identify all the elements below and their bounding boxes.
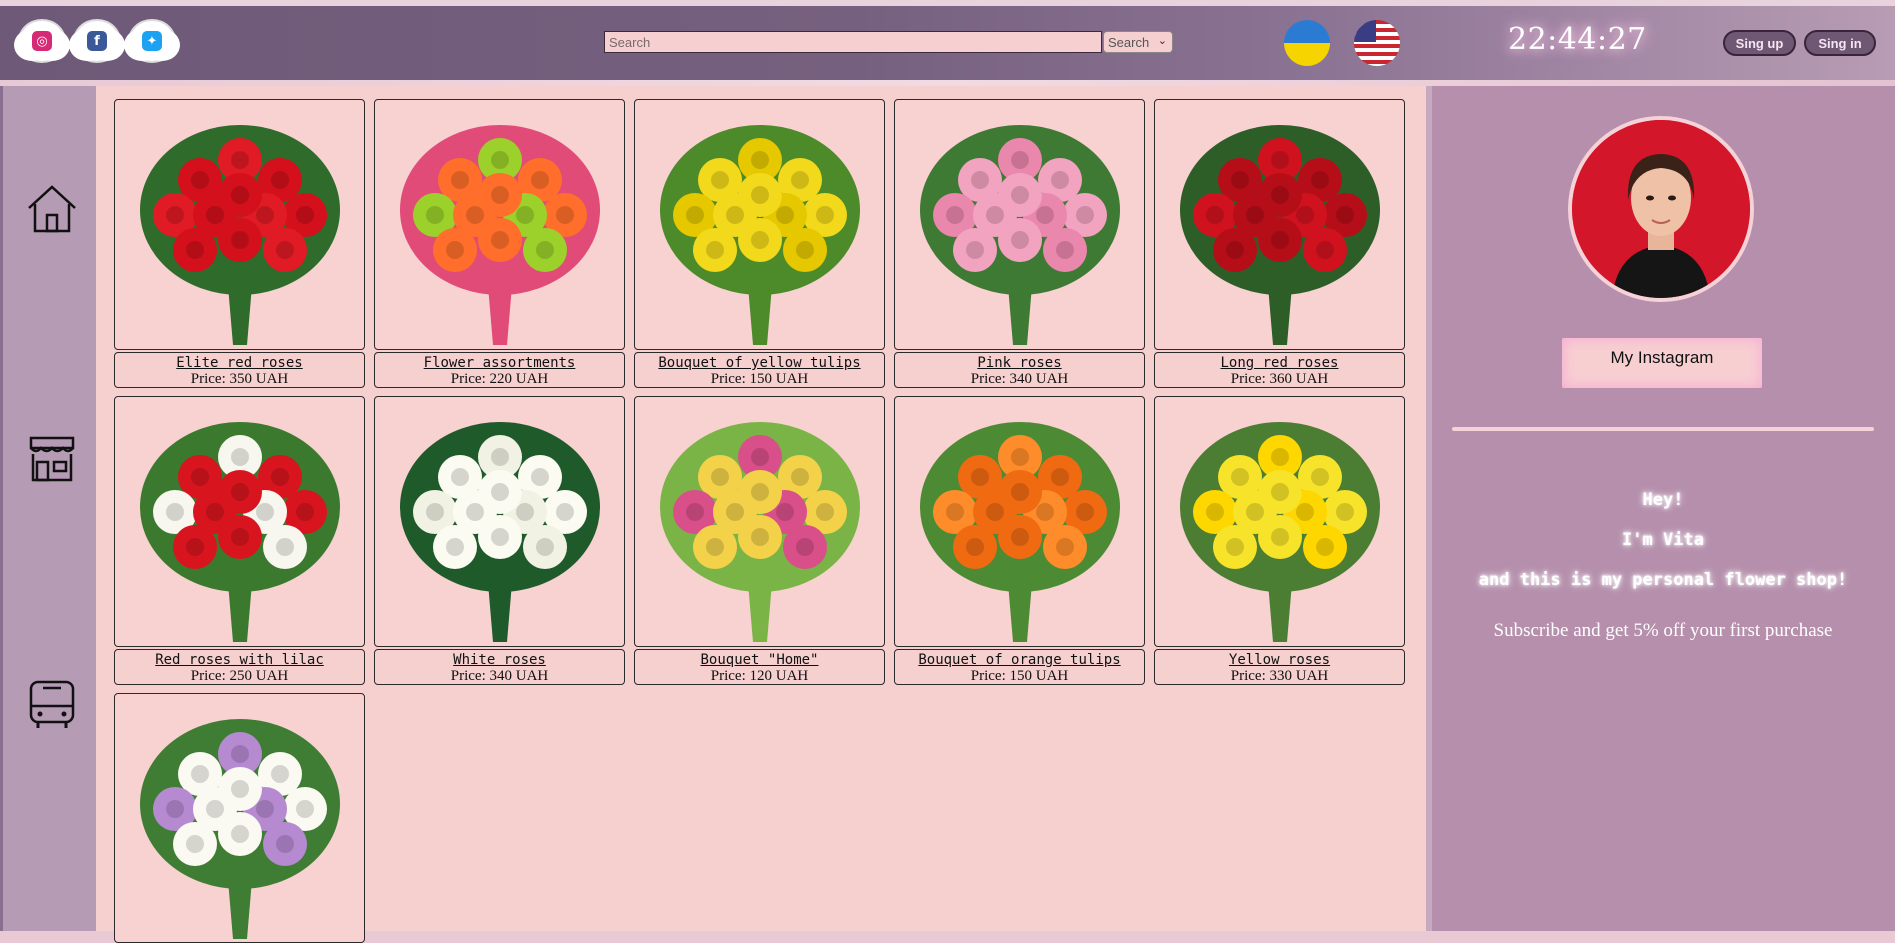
product-price: Price: 220 UAH [450, 371, 549, 387]
search-select-label: Search [1108, 34, 1150, 50]
product-name-link[interactable]: Red roses with lilac [115, 652, 364, 668]
product-name-link[interactable]: Elite red roses [115, 355, 364, 371]
left-nav [0, 86, 96, 931]
product-name-link[interactable]: Bouquet "Home" [635, 652, 884, 668]
product-caption: Bouquet of yellow tulips Price: 150 UAH [634, 352, 885, 388]
greeting-shop: and this is my personal flower shop! [1478, 570, 1848, 590]
product-name-link[interactable]: Flower assortments [375, 355, 624, 371]
product-price: Price: 340 UAH [450, 668, 549, 684]
product-price: Price: 340 UAH [970, 371, 1069, 387]
product-image[interactable] [374, 99, 625, 350]
signin-button[interactable]: Sing in [1804, 30, 1876, 56]
product-image[interactable] [634, 99, 885, 350]
home-icon[interactable] [25, 182, 79, 236]
product-price: Price: 360 UAH [1230, 371, 1329, 387]
clock: 22:44:27 [1508, 22, 1647, 57]
bouquet-illustration [400, 422, 600, 642]
product-image[interactable] [114, 693, 365, 943]
bouquet-illustration [140, 125, 340, 345]
product-image[interactable] [114, 99, 365, 350]
product-price: Price: 150 UAH [970, 668, 1069, 684]
twitter-link[interactable]: ✦ [130, 21, 174, 61]
bouquet-illustration [660, 422, 860, 642]
search-input[interactable] [604, 31, 1102, 53]
product-caption: Red roses with lilac Price: 250 UAH [114, 649, 365, 685]
instagram-icon: ◎ [32, 31, 52, 51]
product-caption: Yellow roses Price: 330 UAH [1154, 649, 1405, 685]
twitter-icon: ✦ [142, 31, 162, 51]
bouquet-illustration [1180, 422, 1380, 642]
bouquet-illustration [140, 422, 340, 642]
usa-flag-icon[interactable] [1354, 20, 1400, 66]
product-name-link[interactable]: White roses [375, 652, 624, 668]
search-select[interactable]: Search ⌄ [1103, 31, 1173, 53]
greeting-hey: Hey! [1642, 490, 1684, 510]
chevron-down-icon: ⌄ [1157, 35, 1167, 47]
bouquet-illustration [920, 422, 1120, 642]
product-image[interactable] [1154, 99, 1405, 350]
bouquet-illustration [400, 125, 600, 345]
product-caption: Bouquet "Home" Price: 120 UAH [634, 649, 885, 685]
product-name-link[interactable]: Bouquet of yellow tulips [635, 355, 884, 371]
product-name-link[interactable]: Long red roses [1155, 355, 1404, 371]
bouquet-illustration [660, 125, 860, 345]
product-caption: Elite red roses Price: 350 UAH [114, 352, 365, 388]
product-name-link[interactable]: Pink roses [895, 355, 1144, 371]
instagram-link[interactable]: ◎ [20, 21, 64, 61]
flag-canton [1354, 20, 1376, 42]
sidebar-divider [1452, 427, 1874, 431]
shop-icon[interactable] [25, 432, 79, 486]
product-caption: Bouquet of orange tulips Price: 150 UAH [894, 649, 1145, 685]
product-caption: Long red roses Price: 360 UAH [1154, 352, 1405, 388]
product-name-link[interactable]: Bouquet of orange tulips [895, 652, 1144, 668]
product-price: Price: 350 UAH [190, 371, 289, 387]
bouquet-illustration [1180, 125, 1380, 345]
product-caption: Pink roses Price: 340 UAH [894, 352, 1145, 388]
signup-button[interactable]: Sing up [1723, 30, 1796, 56]
avatar [1568, 116, 1754, 302]
greeting-name: I'm Vita [1622, 530, 1704, 550]
product-caption: Flower assortments Price: 220 UAH [374, 352, 625, 388]
product-image[interactable] [634, 396, 885, 647]
product-price: Price: 250 UAH [190, 668, 289, 684]
facebook-link[interactable]: f [75, 21, 119, 61]
product-price: Price: 150 UAH [710, 371, 809, 387]
ukraine-flag-icon[interactable] [1284, 20, 1330, 66]
product-price: Price: 120 UAH [710, 668, 809, 684]
facebook-icon: f [87, 31, 107, 51]
product-caption: White roses Price: 340 UAH [374, 649, 625, 685]
product-image[interactable] [894, 396, 1145, 647]
product-image[interactable] [1154, 396, 1405, 647]
bus-icon[interactable] [25, 678, 79, 732]
product-price: Price: 330 UAH [1230, 668, 1329, 684]
subscribe-promo: Subscribe and get 5% off your first purc… [1493, 620, 1833, 641]
avatar-photo [1572, 120, 1750, 298]
product-image[interactable] [374, 396, 625, 647]
my-instagram-button[interactable]: My Instagram [1562, 338, 1762, 388]
product-image[interactable] [894, 99, 1145, 350]
product-image[interactable] [114, 396, 365, 647]
product-name-link[interactable]: Yellow roses [1155, 652, 1404, 668]
bouquet-illustration [920, 125, 1120, 345]
header-top-edge [0, 0, 1895, 6]
bouquet-illustration [140, 719, 340, 939]
